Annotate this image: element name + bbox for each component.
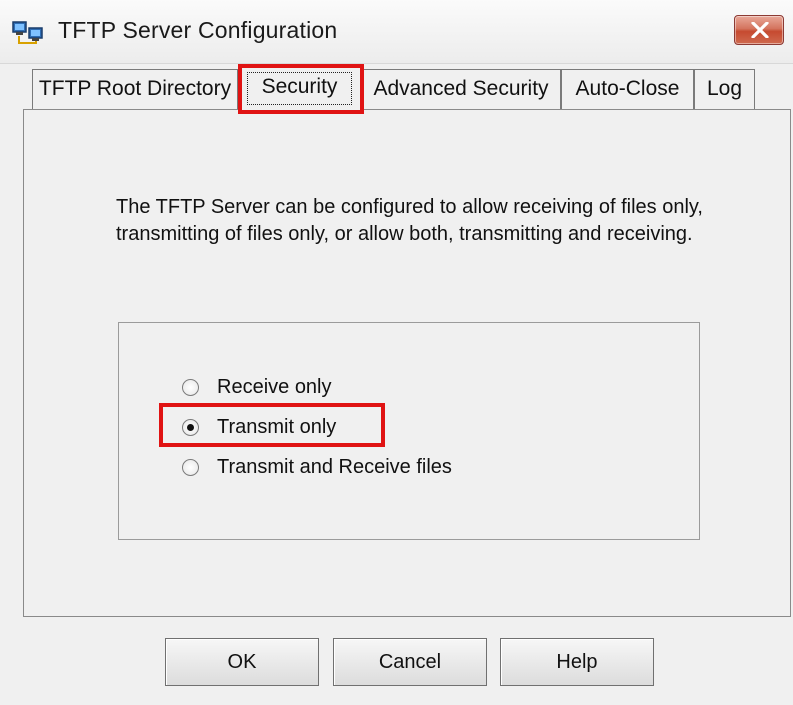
tab-label: TFTP Root Directory	[38, 77, 232, 100]
tab-label: Log	[706, 77, 743, 100]
radio-selected-dot	[187, 423, 194, 431]
help-button[interactable]: Help	[500, 638, 654, 686]
tab-log[interactable]: Log	[694, 69, 755, 109]
tftp-config-dialog: TFTP Server Configuration TFTP Root Dire…	[0, 0, 793, 705]
tab-label: Security	[261, 75, 338, 98]
tab-label: Auto-Close	[575, 77, 680, 100]
security-description: The TFTP Server can be configured to all…	[116, 196, 703, 245]
cancel-button[interactable]: Cancel	[333, 638, 487, 686]
radio-label: Transmit only	[217, 415, 337, 438]
radio-button[interactable]	[182, 458, 199, 476]
title-bar[interactable]: TFTP Server Configuration	[0, 0, 793, 64]
tab-advanced-security[interactable]: Advanced Security	[361, 69, 561, 109]
radio-receive-only[interactable]: Receive only	[182, 373, 332, 401]
tab-security[interactable]: Security	[238, 67, 361, 111]
network-computers-icon	[12, 20, 44, 46]
radio-transmit-and-receive[interactable]: Transmit and Receive files	[182, 453, 452, 481]
radio-button[interactable]	[182, 418, 199, 436]
tab-label: Advanced Security	[373, 77, 549, 100]
close-icon	[751, 22, 769, 38]
tab-auto-close[interactable]: Auto-Close	[561, 69, 694, 109]
radio-label: Transmit and Receive files	[217, 455, 452, 478]
window-title: TFTP Server Configuration	[58, 17, 338, 43]
radio-label: Receive only	[217, 375, 332, 398]
ok-button[interactable]: OK	[165, 638, 319, 686]
radio-transmit-only[interactable]: Transmit only	[182, 413, 336, 441]
close-button[interactable]	[734, 15, 784, 45]
radio-button[interactable]	[182, 378, 199, 396]
tab-tftp-root-directory[interactable]: TFTP Root Directory	[32, 69, 238, 109]
